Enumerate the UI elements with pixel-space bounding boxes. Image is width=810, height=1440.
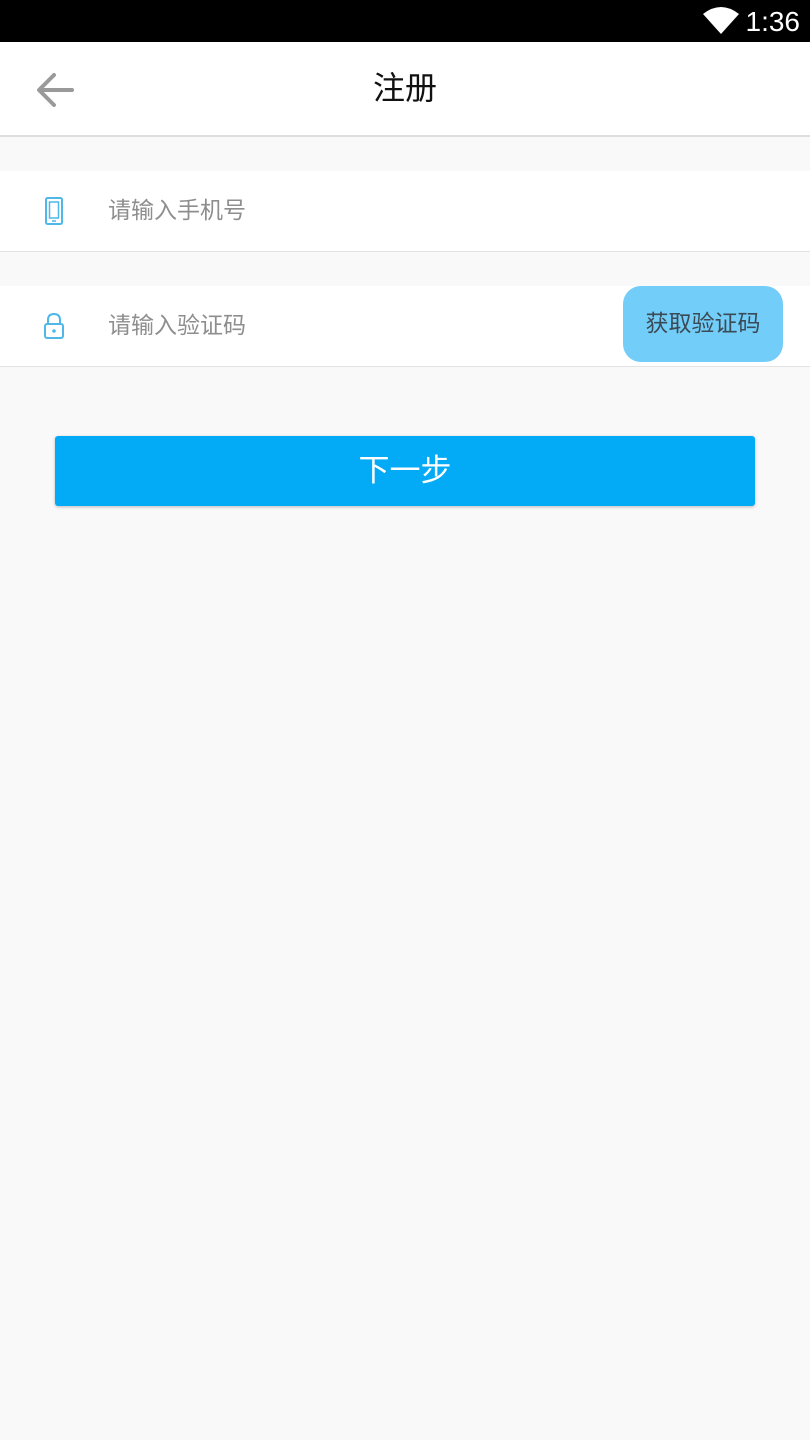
status-bar: 1:36 [0,0,810,42]
status-time: 1:36 [745,6,801,37]
phone-input[interactable] [108,171,588,251]
lock-icon [44,312,64,339]
get-code-button[interactable]: 获取验证码 [623,286,783,362]
wifi-icon [703,7,739,34]
app-header: 注册 [0,42,810,137]
verification-code-row: 获取验证码 [0,286,810,367]
page-title: 注册 [372,69,437,107]
phone-icon [45,197,63,225]
verification-code-input[interactable] [108,286,588,366]
next-step-button[interactable]: 下一步 [55,436,755,506]
phone-row [0,171,810,252]
